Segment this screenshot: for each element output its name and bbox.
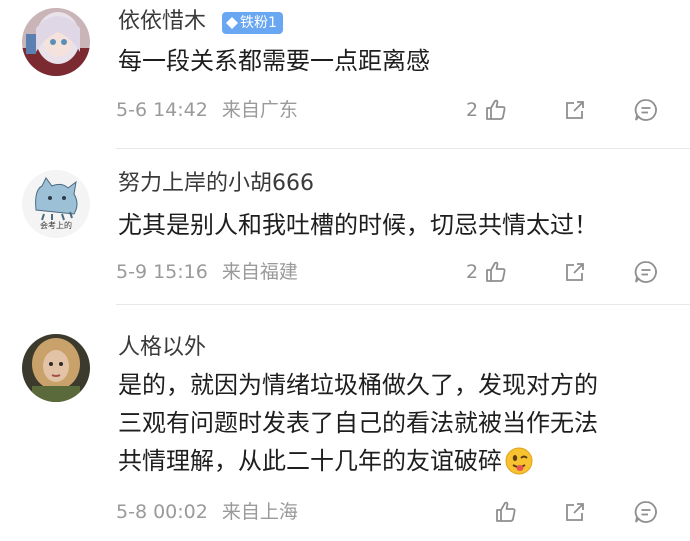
share-icon bbox=[566, 263, 584, 281]
comment-text: 每一段关系都需要一点距离感 bbox=[118, 42, 678, 80]
anime-girl-avatar-icon bbox=[22, 8, 90, 76]
reply-button[interactable] bbox=[633, 498, 659, 526]
tongue-out-emoji-icon bbox=[505, 447, 533, 475]
avatar[interactable] bbox=[22, 334, 90, 402]
comment-date: 5-9 15:16 bbox=[116, 261, 208, 283]
divider bbox=[116, 148, 690, 149]
comment-item: 会考上的 努力上岸的小胡666 尤其是别人和我吐槽的时候，切忌共情太过！ 5-9… bbox=[0, 150, 690, 306]
comment-text-segment: 共情理解，从此二十几年的友谊破碎 bbox=[118, 447, 502, 475]
comment-text-line: 三观有问题时发表了自己的看法就被当作无法 bbox=[118, 409, 598, 437]
fan-badge[interactable]: 铁粉1 bbox=[222, 12, 283, 34]
username[interactable]: 人格以外 bbox=[118, 334, 206, 362]
comment-icon bbox=[634, 261, 657, 283]
comment-item: 人格以外 是的，就因为情绪垃圾桶做久了，发现对方的 三观有问题时发表了自己的看法… bbox=[0, 306, 690, 541]
avatar[interactable] bbox=[22, 8, 90, 76]
comment-location: 来自广东 bbox=[221, 99, 298, 121]
diamond-icon bbox=[226, 17, 238, 29]
share-button[interactable] bbox=[563, 96, 587, 124]
avatar[interactable]: 会考上的 bbox=[22, 170, 90, 238]
username[interactable]: 努力上岸的小胡666 bbox=[118, 170, 314, 198]
share-icon bbox=[566, 503, 584, 521]
comment-text-line: 每一段关系都需要一点距离感 bbox=[118, 47, 430, 75]
reply-button[interactable] bbox=[633, 258, 659, 286]
comment-text: 尤其是别人和我吐槽的时候，切忌共情太过！ bbox=[118, 206, 678, 244]
comment-date: 5-8 00:02 bbox=[116, 501, 208, 523]
reply-button[interactable] bbox=[633, 96, 659, 124]
comment-text: 是的，就因为情绪垃圾桶做久了，发现对方的 三观有问题时发表了自己的看法就被当作无… bbox=[118, 366, 678, 480]
comment-icon bbox=[634, 501, 657, 523]
comment-text-line: 尤其是别人和我吐槽的时候，切忌共情太过！ bbox=[118, 211, 598, 239]
divider bbox=[116, 304, 690, 305]
comment-location: 来自福建 bbox=[221, 261, 298, 283]
share-icon bbox=[566, 101, 584, 119]
comment-icon bbox=[634, 99, 657, 121]
username[interactable]: 依依惜木 bbox=[118, 8, 206, 36]
comment-text-line: 是的，就因为情绪垃圾桶做久了，发现对方的 bbox=[118, 371, 598, 399]
like-button[interactable]: 2 bbox=[466, 96, 508, 124]
woman-photo-avatar-icon bbox=[22, 334, 90, 402]
like-count: 2 bbox=[466, 261, 479, 283]
like-count: 2 bbox=[466, 99, 479, 121]
comment-location: 来自上海 bbox=[221, 501, 298, 523]
share-button[interactable] bbox=[563, 258, 587, 286]
like-button[interactable]: 2 bbox=[466, 258, 508, 286]
like-button[interactable] bbox=[494, 498, 518, 526]
comment-meta: 5-6 14:42 来自广东 bbox=[116, 98, 298, 122]
like-icon bbox=[486, 261, 506, 282]
like-icon bbox=[496, 501, 516, 522]
comment-item: 依依惜木 铁粉1 每一段关系都需要一点距离感 5-6 14:42 来自广东 2 bbox=[0, 0, 690, 150]
fan-badge-label: 铁粉1 bbox=[240, 15, 277, 31]
avatar-label: 会考上的 bbox=[40, 221, 72, 230]
comment-meta: 5-9 15:16 来自福建 bbox=[116, 260, 298, 284]
like-icon bbox=[486, 99, 506, 120]
comment-meta: 5-8 00:02 来自上海 bbox=[116, 500, 298, 524]
comment-date: 5-6 14:42 bbox=[116, 99, 208, 121]
comment-text-line: 共情理解，从此二十几年的友谊破碎 bbox=[118, 442, 678, 480]
share-button[interactable] bbox=[563, 498, 587, 526]
